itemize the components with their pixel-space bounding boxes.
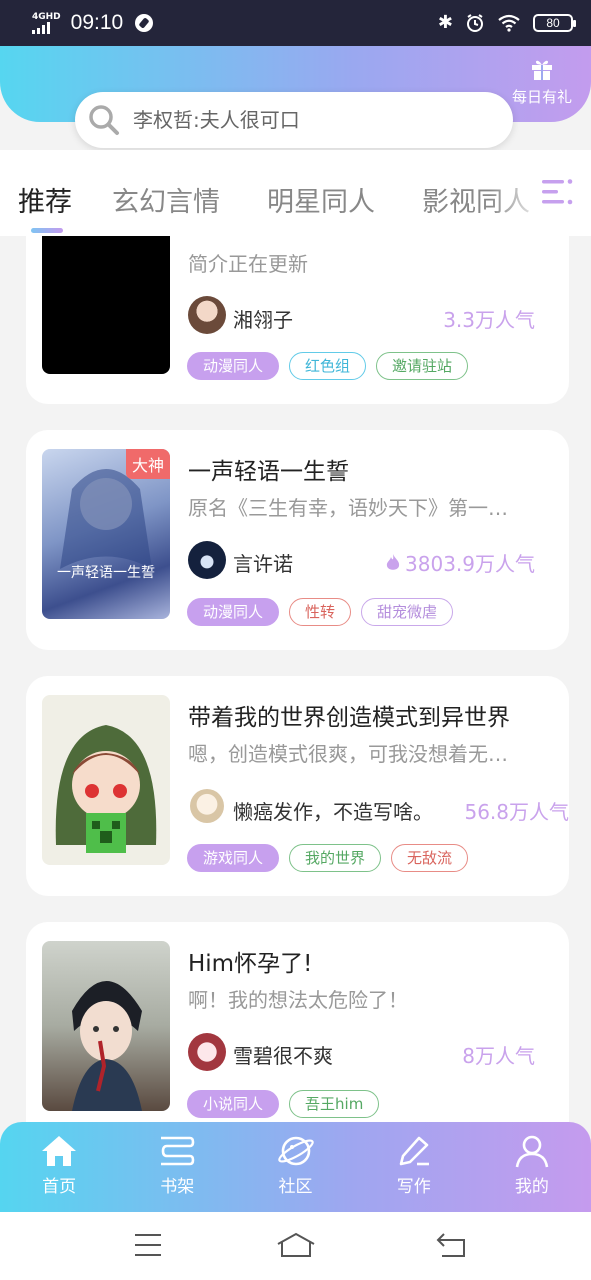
tag-list: 小说同人 吾王him [187,1090,380,1118]
book-desc: 原名《三生有幸，语妙天下》第一… [188,496,508,520]
author-name[interactable]: 懒癌发作，不造写啥。 [233,796,433,825]
nav-bookshelf[interactable]: 书架 [118,1122,236,1212]
popularity: 3803.9万人气 [385,548,535,577]
flame-icon [386,553,400,570]
pencil-icon [399,1136,429,1166]
book-cover[interactable] [42,236,170,374]
nav-write[interactable]: 写作 [355,1122,473,1212]
search-icon [89,105,119,135]
user-icon [515,1135,549,1168]
compass-icon [135,14,154,32]
nav-home[interactable]: 首页 [0,1122,118,1212]
cover-art [72,981,142,1111]
popularity-value: 56.8万人气 [464,800,569,824]
tag[interactable]: 游戏同人 [187,844,280,872]
book-cover[interactable]: 一声轻语一生誓 大神 [42,449,170,619]
nav-label: 书架 [160,1177,195,1197]
tag-list: 游戏同人 我的世界 无敌流 [187,844,469,872]
author-name[interactable]: 雪碧很不爽 [233,1040,333,1069]
popularity: 56.8万人气 [464,796,569,825]
book-title[interactable]: 一声轻语一生誓 [188,452,349,486]
bottom-navigation: 首页 书架 社区 写作 我的 [0,1122,591,1212]
gift-icon [532,60,552,80]
nav-label: 我的 [514,1177,549,1197]
popularity: 8万人气 [462,1040,535,1069]
tab-celebrity-fanfic[interactable]: 明星同人 [267,180,375,219]
great-author-badge: 大神 [125,449,170,479]
book-card[interactable]: 简介正在更新 湘翎子 3.3万人气 动漫同人 红色组 邀请驻站 [26,236,569,404]
nav-label: 社区 [278,1177,313,1197]
book-title[interactable]: Him怀孕了! [188,944,312,978]
battery-level: 80 [546,16,560,30]
tag[interactable]: 红色组 [289,352,367,380]
bluetooth-icon: ✱ [437,12,453,33]
book-title[interactable]: 带着我的世界创造模式到异世界 [188,698,510,732]
clock: 09:10 [70,11,124,34]
book-card[interactable]: Him怀孕了! 啊！我的想法太危险了！ 雪碧很不爽 8万人气 小说同人 吾王hi… [26,922,569,1122]
category-menu-icon[interactable] [540,176,574,208]
planet-icon [277,1136,314,1166]
menu-icon[interactable] [134,1232,162,1258]
tag[interactable]: 动漫同人 [187,352,280,380]
cover-title: 一声轻语一生誓 [57,565,155,581]
wifi-icon [498,14,520,32]
book-desc: 简介正在更新 [188,252,308,276]
network-type: 4GHD [32,11,61,22]
network-indicator: 4GHD [32,11,61,34]
status-bar: 4GHD 09:10 ✱ 80 [0,0,591,46]
book-list[interactable]: 简介正在更新 湘翎子 3.3万人气 动漫同人 红色组 邀请驻站 一声轻语一生誓 … [0,236,591,1122]
nav-community[interactable]: 社区 [236,1122,354,1212]
category-tabs: 推荐 玄幻言情 明星同人 影视同人 [0,150,591,236]
cover-art [55,725,157,853]
home-button-icon[interactable] [276,1232,316,1258]
tag-list: 动漫同人 红色组 邀请驻站 [187,352,469,380]
home-icon [42,1136,77,1166]
alarm-icon [467,14,483,32]
tab-fantasy-romance[interactable]: 玄幻言情 [112,180,220,219]
nav-profile[interactable]: 我的 [473,1122,591,1212]
popularity-value: 3.3万人气 [443,308,535,332]
popularity-value: 8万人气 [462,1044,535,1068]
search-bar[interactable] [75,92,513,148]
active-tab-indicator [31,228,63,233]
signal-icon [32,21,50,34]
author-name[interactable]: 湘翎子 [233,304,293,333]
tag[interactable]: 性转 [289,598,352,626]
author-avatar[interactable] [188,296,226,334]
tag[interactable]: 邀请驻站 [376,352,469,380]
tag[interactable]: 无敌流 [391,844,469,872]
book-cover[interactable] [42,941,170,1111]
author-avatar[interactable] [190,789,224,823]
tag[interactable]: 甜宠微虐 [361,598,454,626]
book-cover[interactable] [42,695,170,865]
tag[interactable]: 我的世界 [289,844,382,872]
author-avatar[interactable] [188,541,226,579]
tag[interactable]: 动漫同人 [187,598,280,626]
popularity: 3.3万人气 [443,304,535,333]
tab-recommend[interactable]: 推荐 [18,180,72,219]
search-input[interactable] [133,108,473,132]
nav-label: 写作 [396,1177,431,1197]
tag[interactable]: 小说同人 [187,1090,280,1118]
system-navigation-bar [0,1212,591,1280]
battery-icon: 80 [533,14,576,32]
author-avatar[interactable] [188,1033,226,1071]
book-card[interactable]: 带着我的世界创造模式到异世界 嗯，创造模式很爽，可我没想着无… 懒癌发作，不造写… [26,676,569,896]
popularity-value: 3803.9万人气 [405,552,535,576]
book-desc: 嗯，创造模式很爽，可我没想着无… [188,742,508,766]
nav-label: 首页 [42,1177,77,1197]
gift-label: 每日有礼 [511,88,572,106]
author-name[interactable]: 言许诺 [233,548,293,577]
book-card[interactable]: 一声轻语一生誓 大神 一声轻语一生誓 原名《三生有幸，语妙天下》第一… 言许诺 … [26,430,569,650]
back-icon[interactable] [436,1232,466,1258]
book-desc: 啊！我的想法太危险了！ [188,988,408,1012]
tag[interactable]: 吾王him [289,1090,380,1118]
daily-gift-button[interactable]: 每日有礼 [507,56,577,107]
tag-list: 动漫同人 性转 甜宠微虐 [187,598,454,626]
bookshelf-icon [161,1136,195,1166]
